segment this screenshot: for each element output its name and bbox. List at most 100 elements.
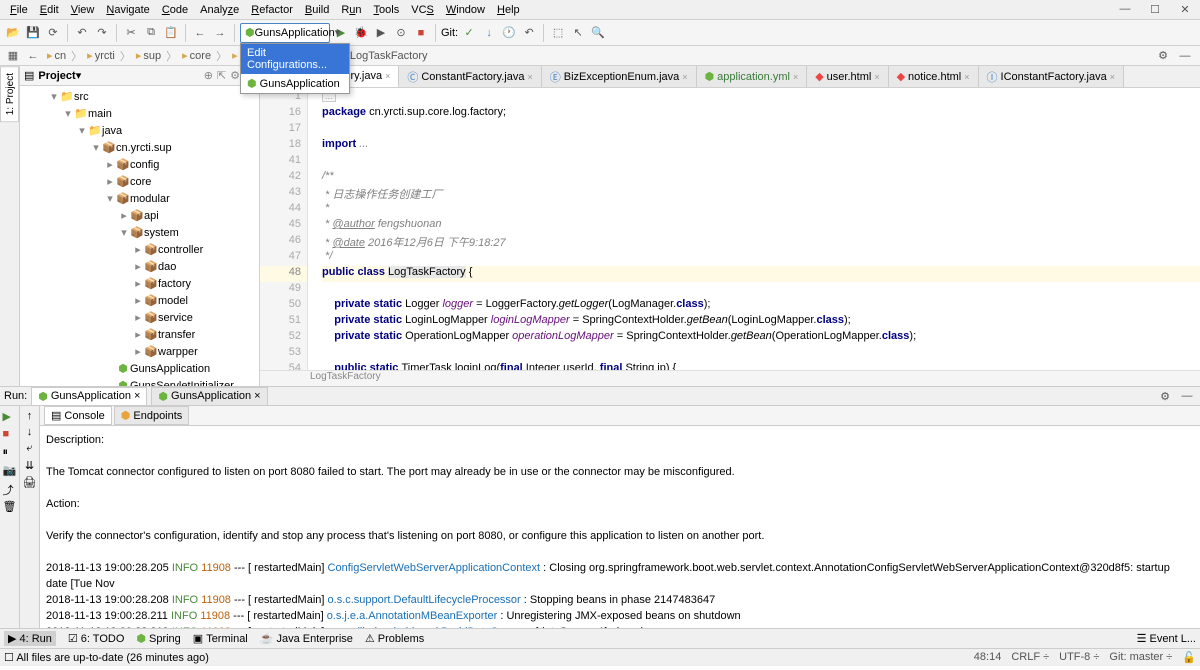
git-update-icon[interactable]: ✓ [460,24,478,42]
bc-core[interactable]: ▸core [179,49,214,62]
collapse-icon[interactable]: — [1176,47,1194,65]
menu-refactor[interactable]: Refactor [245,2,299,18]
bc-sup[interactable]: ▸sup [133,49,164,62]
tool-eventlog[interactable]: ☰ Event L... [1137,632,1196,645]
tool-problems[interactable]: ⚠ Problems [365,632,424,645]
profile-icon[interactable]: ⊙ [392,24,410,42]
exit-icon[interactable]: ⤴ [3,482,17,496]
down-icon[interactable]: ↓ [27,426,33,438]
tool-run[interactable]: ▶ 4: Run [4,631,56,646]
menubar: File Edit View Navigate Code Analyze Ref… [0,0,1200,20]
close-button[interactable]: ✕ [1170,0,1200,18]
cursor-position[interactable]: 48:14 [974,651,1002,664]
redo-icon[interactable]: ↷ [93,24,111,42]
gear-icon[interactable]: ⚙ [1156,387,1174,405]
encoding[interactable]: UTF-8 ÷ [1059,651,1099,664]
close-tab-icon[interactable]: × [385,71,390,81]
menu-window[interactable]: Window [440,2,491,18]
menu-file[interactable]: File [4,2,34,18]
run-config-item[interactable]: ⬢ GunsApplication [241,74,349,93]
edit-configurations-item[interactable]: Edit Configurations... [241,44,349,74]
rerun-icon[interactable]: ▶ [3,410,17,424]
fold-margin[interactable] [308,88,322,370]
tool-spring[interactable]: ⬢ Spring [136,632,180,645]
forward-icon[interactable]: → [211,24,229,42]
git-label: Git: [441,27,458,39]
pause-icon[interactable]: ⏸ [3,446,17,460]
gear-icon[interactable]: ⚙ [230,69,240,82]
run-tab-1[interactable]: ⬢GunsApplication× [31,387,147,406]
bc-cn[interactable]: ▸cn [44,49,69,62]
search-icon[interactable]: 🔍 [589,24,607,42]
menu-tools[interactable]: Tools [368,2,406,18]
project-tool-tab[interactable]: 1: Project [0,66,19,122]
delete-icon[interactable]: 🗑 [3,500,17,514]
lock-icon[interactable]: 🔓 [1182,651,1196,664]
target-icon[interactable]: ⊕ [204,69,213,82]
undo-icon[interactable]: ↶ [73,24,91,42]
minimize-button[interactable]: — [1110,0,1140,18]
cut-icon[interactable]: ✂ [122,24,140,42]
tab-bizexception[interactable]: ⒺBizExceptionEnum.java× [542,66,697,87]
dump-icon[interactable]: 📷 [3,464,17,478]
tool-terminal[interactable]: ▣ Terminal [193,632,248,645]
back-icon[interactable]: ← [191,24,209,42]
menu-vcs[interactable]: VCS [405,2,440,18]
tab-iconstantfactory[interactable]: ⒾIConstantFactory.java× [979,66,1124,87]
scroll-icon[interactable]: ⇊ [25,459,34,472]
bc-yrcti[interactable]: ▸yrcti [84,49,118,62]
menu-edit[interactable]: Edit [34,2,65,18]
debug-icon[interactable]: 🐞 [352,24,370,42]
endpoints-tab[interactable]: ⬢ Endpoints [114,406,190,425]
chevron-down-icon[interactable]: ▾ [76,69,82,82]
collapse-all-icon[interactable]: ⇱ [217,69,226,82]
maximize-button[interactable]: ☐ [1140,0,1170,18]
tab-user-html[interactable]: ◆user.html× [807,66,888,87]
tool-javaee[interactable]: ☕ Java Enterprise [260,632,353,645]
hide-icon[interactable]: — [1178,387,1196,405]
tab-constantfactory[interactable]: ⒸConstantFactory.java× [399,66,541,87]
tab-application-yml[interactable]: ⬢application.yml× [697,66,808,87]
menu-code[interactable]: Code [156,2,194,18]
nav-back-icon[interactable]: ← [24,47,42,65]
pointer-icon[interactable]: ↖ [569,24,587,42]
wrap-icon[interactable]: ⤶ [26,442,32,455]
menu-help[interactable]: Help [491,2,526,18]
menu-run[interactable]: Run [335,2,367,18]
console-tab[interactable]: ▤ Console [44,406,112,425]
settings-icon[interactable]: ⚙ [1154,47,1172,65]
project-icon[interactable]: ▦ [4,47,22,65]
git-commit-icon[interactable]: ↓ [480,24,498,42]
line-gutter[interactable]: 11617 184142 434445 464748 495051 525354 [260,88,308,370]
open-icon[interactable]: 📂 [4,24,22,42]
structure-icon[interactable]: ⬚ [549,24,567,42]
left-gutter: 1: Project [0,66,20,386]
git-history-icon[interactable]: 🕐 [500,24,518,42]
refresh-icon[interactable]: ⟳ [44,24,62,42]
coverage-icon[interactable]: ▶ [372,24,390,42]
line-separator[interactable]: CRLF ÷ [1011,651,1049,664]
up-icon[interactable]: ↑ [27,410,33,422]
console-output[interactable]: Description: The Tomcat connector config… [40,426,1200,628]
code-editor[interactable]: ... package cn.yrcti.sup.core.log.factor… [322,88,1200,370]
run-configuration-dropdown[interactable]: ⬢ GunsApplication ▾ Edit Configurations.… [240,23,330,43]
tool-window-bar: ▶ 4: Run ☑ 6: TODO ⬢ Spring ▣ Terminal ☕… [0,628,1200,648]
save-icon[interactable]: 💾 [24,24,42,42]
project-view-icon[interactable]: ▤ [24,69,34,82]
print-icon[interactable]: 🖨 [23,476,37,489]
git-revert-icon[interactable]: ↶ [520,24,538,42]
menu-navigate[interactable]: Navigate [100,2,155,18]
stop-icon[interactable]: ■ [412,24,430,42]
editor-breadcrumb[interactable]: LogTaskFactory [260,370,1200,386]
paste-icon[interactable]: 📋 [162,24,180,42]
git-branch[interactable]: Git: master ÷ [1109,651,1172,664]
tool-todo[interactable]: ☑ 6: TODO [68,632,124,645]
menu-view[interactable]: View [65,2,101,18]
menu-build[interactable]: Build [299,2,335,18]
copy-icon[interactable]: ⧉ [142,24,160,42]
tab-notice-html[interactable]: ◆notice.html× [889,66,979,87]
menu-analyze[interactable]: Analyze [194,2,245,18]
stop-icon[interactable]: ■ [3,428,17,442]
run-tab-2[interactable]: ⬢GunsApplication× [151,387,267,406]
project-tree[interactable]: ▾📁src ▾📁main ▾📁java ▾📦cn.yrcti.sup ▸📦con… [20,86,259,386]
